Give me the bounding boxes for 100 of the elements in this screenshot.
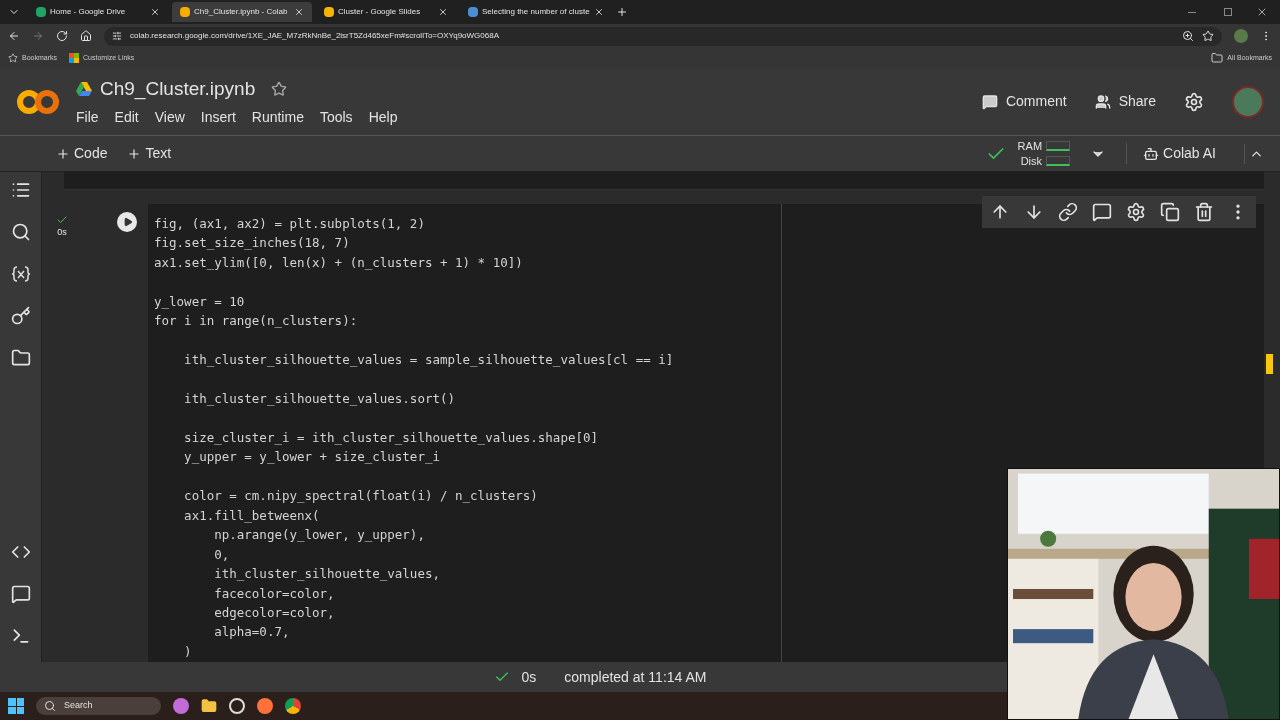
code-line: ax1.set_ylim([0, len(x) + (n_clusters + 1) * 10]) (154, 253, 523, 272)
tab-favicon-icon (180, 7, 190, 17)
zoom-icon[interactable] (1182, 30, 1194, 42)
delete-icon[interactable] (1194, 202, 1214, 222)
status-message: completed at 11:14 AM (564, 667, 707, 687)
code-line: ith_cluster_silhouette_values, (213, 565, 440, 584)
user-avatar[interactable] (1232, 85, 1264, 118)
code-line: np.arange(y_lower, y_upper), (213, 526, 425, 545)
drive-icon (76, 82, 92, 96)
code-line: ax1.fill_betweenx( (183, 506, 320, 525)
run-cell-button[interactable] (117, 212, 137, 232)
play-icon (123, 217, 133, 227)
menu-item[interactable]: File (76, 107, 99, 129)
minimize-icon[interactable] (1188, 11, 1196, 13)
code-line: alpha=0.7, (213, 623, 290, 642)
code-line: y_lower = 10 (154, 292, 245, 311)
ai-icon (1143, 145, 1160, 162)
reload-icon[interactable] (56, 30, 68, 42)
variables-icon[interactable] (10, 264, 31, 284)
grid-icon (69, 53, 79, 63)
code-line: color = cm.nipy_spectral(float(i) / n_clusters) (183, 487, 538, 506)
settings-icon[interactable] (1184, 91, 1204, 112)
tab-title: Cluster - Google Slides (338, 6, 422, 18)
execution-time: 0s (57, 226, 67, 239)
menu-item[interactable]: Help (368, 107, 398, 129)
menu-item[interactable]: Runtime (251, 107, 304, 129)
notebook-title[interactable]: Ch9_Cluster.ipynb (100, 74, 256, 104)
start-icon[interactable] (8, 698, 24, 714)
star-icon (8, 53, 18, 63)
resource-label: Disk (1020, 153, 1043, 169)
search-icon[interactable] (10, 222, 31, 242)
header-action[interactable]: Share (1094, 91, 1156, 112)
code-line: fig, (ax1, ax2) = plt.subplots(1, 2) (154, 215, 425, 233)
comment-icon (981, 93, 998, 110)
site-info-icon[interactable] (112, 31, 122, 41)
colab-ai-button[interactable]: Colab AI (1126, 143, 1216, 164)
code-line: size_cluster_i = ith_cluster_silhouette_values.shape[0] (183, 428, 598, 447)
tab-favicon-icon (36, 7, 46, 17)
header-action[interactable]: Comment (981, 91, 1067, 112)
app-icon[interactable] (229, 698, 245, 714)
tab-favicon-icon (324, 7, 334, 17)
close-tab-icon[interactable] (294, 7, 304, 17)
tab-title: Home - Google Drive (50, 6, 127, 18)
bookmark-star-icon[interactable] (1202, 30, 1214, 42)
status-time: 0s (521, 667, 537, 687)
new-tab-icon[interactable] (615, 6, 628, 18)
browser-tab[interactable]: Home - Google Drive (28, 2, 168, 22)
plus-icon (127, 146, 142, 161)
menu-item[interactable]: Insert (200, 107, 236, 129)
browser-tab[interactable]: Selecting the number of cluste (460, 2, 612, 22)
close-tab-icon[interactable] (150, 7, 160, 17)
resource-label: RAM (1017, 138, 1043, 154)
code-line: ) (183, 642, 192, 661)
resource-meter (1046, 141, 1071, 151)
scroll-marker (1266, 354, 1273, 374)
close-window-icon[interactable] (1256, 6, 1268, 18)
restore-icon[interactable] (1224, 8, 1232, 16)
settings-icon[interactable] (1126, 202, 1146, 222)
file-explorer-icon[interactable] (201, 698, 217, 714)
close-tab-icon[interactable] (438, 7, 448, 17)
code-line: for i in range(n_clusters): (154, 312, 358, 331)
home-icon[interactable] (80, 30, 92, 42)
add-cell-button[interactable]: Code (56, 143, 108, 164)
browser-tab[interactable]: Cluster - Google Slides (316, 2, 456, 22)
menu-item[interactable]: Edit (114, 107, 139, 129)
resource-meter (1046, 156, 1071, 166)
menu-item[interactable]: Tools (319, 107, 353, 129)
code-line: y_upper = y_lower + size_cluster_i (183, 448, 440, 467)
search-icon (44, 700, 56, 712)
comment-icon[interactable] (1092, 202, 1112, 222)
secrets-key-icon[interactable] (10, 306, 31, 326)
tab-title: Selecting the number of cluste (482, 6, 590, 18)
code-line: edgecolor=color, (213, 604, 335, 622)
collapse-icon[interactable] (1244, 143, 1264, 164)
success-check-icon (56, 214, 68, 226)
files-icon[interactable] (10, 348, 31, 368)
profile-avatar[interactable] (1234, 29, 1248, 43)
star-icon[interactable] (271, 81, 288, 97)
menu-item[interactable]: View (154, 107, 185, 129)
taskbar-search-field[interactable]: Search (36, 697, 161, 715)
browser-tab[interactable]: Ch9_Cluster.ipynb - Colab (172, 2, 312, 22)
tab-title: Ch9_Cluster.ipynb - Colab (194, 6, 289, 18)
back-icon[interactable] (8, 30, 20, 42)
colab-logo-icon (16, 88, 60, 115)
address-field[interactable]: colab.research.google.com/drive/1XE_JAE_M7zRkNnBe_2isrT5Zd465xeFm#scrollTo=OXYq9oWG068A (104, 26, 1222, 46)
code-line: ith_cluster_silhouette_values = sample_silhouette_values[cl == i] (183, 351, 674, 370)
code-line: 0, (213, 545, 230, 564)
app-icon[interactable] (173, 698, 189, 714)
code-line: fig.set_size_inches(18, 7) (154, 234, 350, 253)
close-tab-icon[interactable] (593, 7, 604, 17)
url-text: colab.research.google.com/drive/1XE_JAE_M7zRkNnBe_2isrT5Zd465xeFm#scrollTo=OXYq9oWG068A (130, 30, 500, 42)
link-icon[interactable] (1058, 202, 1078, 222)
add-cell-button[interactable]: Text (127, 143, 172, 164)
people-icon (1094, 93, 1111, 110)
code-line: facecolor=color, (213, 584, 335, 603)
code-line: ith_cluster_silhouette_values.sort() (183, 390, 456, 409)
folder-icon (1211, 52, 1224, 64)
plus-icon (56, 146, 70, 161)
table-of-contents-icon[interactable] (10, 180, 31, 200)
tab-favicon-icon (468, 7, 478, 17)
